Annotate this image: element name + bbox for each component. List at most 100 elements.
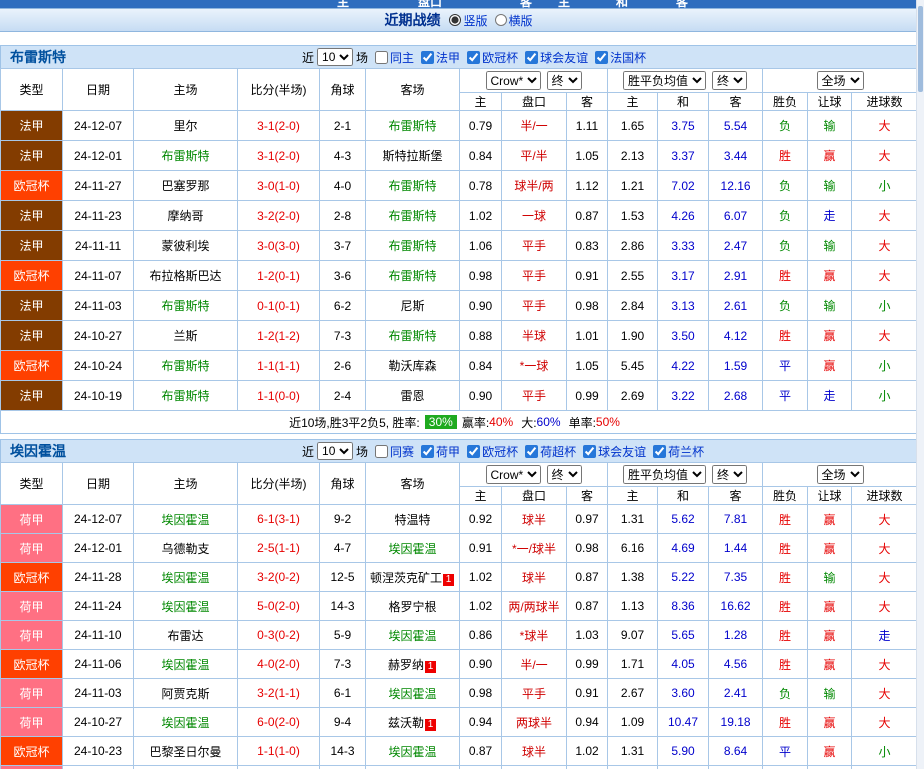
recent-count-select[interactable]: 10: [317, 48, 354, 66]
filter-同赛[interactable]: 同赛: [375, 443, 414, 460]
away-team-link[interactable]: 埃因霍温: [388, 542, 436, 556]
checkbox-欧冠杯[interactable]: [467, 444, 481, 458]
away-team-link[interactable]: 特温特: [394, 513, 430, 527]
match-score[interactable]: 3-2(1-1): [237, 678, 320, 708]
home-team-link[interactable]: 埃因霍温: [161, 716, 209, 730]
match-score[interactable]: 3-2(0-2): [237, 562, 320, 592]
europe-time-select[interactable]: 终: [712, 465, 748, 484]
checkbox-荷超杯[interactable]: [525, 444, 539, 458]
vertical-scrollbar[interactable]: [916, 0, 924, 769]
view-option-label[interactable]: 横版: [509, 12, 533, 29]
filter-欧冠杯[interactable]: 欧冠杯: [467, 443, 518, 460]
odds-time-select[interactable]: 终: [546, 71, 582, 90]
filter-欧冠杯[interactable]: 欧冠杯: [467, 49, 518, 66]
match-score[interactable]: 1-1(1-0): [237, 736, 320, 766]
checkbox-同主[interactable]: [375, 50, 389, 64]
checkbox-荷兰杯[interactable]: [653, 444, 667, 458]
checkbox-荷甲[interactable]: [421, 444, 435, 458]
away-team-link[interactable]: 埃因霍温: [388, 745, 436, 759]
home-team-link[interactable]: 埃因霍温: [161, 513, 209, 527]
home-team-link[interactable]: 布雷斯特: [161, 389, 209, 403]
match-score[interactable]: 1-2(0-1): [237, 260, 320, 291]
europe-time-select[interactable]: 终: [712, 71, 748, 90]
match-score[interactable]: 3-2(2-0): [237, 200, 320, 231]
match-score[interactable]: 1-1(1-1): [237, 350, 320, 381]
away-team-link[interactable]: 格罗宁根: [388, 600, 436, 614]
odds-source-select[interactable]: Crow*: [485, 465, 541, 484]
home-team-link[interactable]: 巴黎圣日尔曼: [149, 745, 221, 759]
scope-select[interactable]: 全场: [816, 465, 864, 484]
team-name[interactable]: 埃因霍温: [1, 441, 302, 461]
filter-荷兰杯[interactable]: 荷兰杯: [653, 443, 704, 460]
filter-荷超杯[interactable]: 荷超杯: [525, 443, 576, 460]
match-score[interactable]: 3-0(3-0): [237, 230, 320, 261]
home-team-link[interactable]: 布拉格斯巴达: [149, 269, 221, 283]
filter-荷甲[interactable]: 荷甲: [421, 443, 460, 460]
europe-source-select[interactable]: 胜平负均值: [623, 465, 707, 484]
home-team-link[interactable]: 里尔: [173, 119, 197, 133]
odds-time-select[interactable]: 终: [546, 465, 582, 484]
away-team-link[interactable]: 布雷斯特: [388, 119, 436, 133]
checkbox-法甲[interactable]: [421, 50, 435, 64]
match-score[interactable]: 1-1(0-0): [237, 380, 320, 411]
home-team-link[interactable]: 埃因霍温: [161, 571, 209, 585]
match-score[interactable]: 0-3(0-2): [237, 620, 320, 650]
home-team-link[interactable]: 布雷斯特: [161, 299, 209, 313]
filter-同主[interactable]: 同主: [375, 49, 414, 66]
view-radio-横版[interactable]: [494, 14, 507, 26]
match-score[interactable]: 5-0(2-0): [237, 591, 320, 621]
checkbox-同赛[interactable]: [375, 444, 389, 458]
filter-球会友谊[interactable]: 球会友谊: [583, 443, 646, 460]
checkbox-球会友谊[interactable]: [525, 50, 539, 64]
away-team-link[interactable]: 雷恩: [400, 389, 424, 403]
filter-球会友谊[interactable]: 球会友谊: [525, 49, 588, 66]
odds-source-select[interactable]: Crow*: [485, 71, 541, 90]
checkbox-法国杯[interactable]: [595, 50, 609, 64]
match-score[interactable]: 1-2(1-2): [237, 320, 320, 351]
match-score[interactable]: 3-1(2-0): [237, 110, 320, 141]
match-score[interactable]: 6-0(2-0): [237, 707, 320, 737]
recent-count-select[interactable]: 10: [317, 442, 354, 460]
away-team-link[interactable]: 埃因霍温: [388, 687, 436, 701]
home-team-link[interactable]: 埃因霍温: [161, 658, 209, 672]
filter-法甲[interactable]: 法甲: [421, 49, 460, 66]
away-team-link[interactable]: 埃因霍温: [388, 629, 436, 643]
match-score[interactable]: 3-0(1-0): [237, 170, 320, 201]
home-team-link[interactable]: 布雷斯特: [161, 149, 209, 163]
home-team-link[interactable]: 兰斯: [173, 329, 197, 343]
away-team-link[interactable]: 顿涅茨克矿工: [370, 571, 442, 585]
europe-source-select[interactable]: 胜平负均值: [623, 71, 707, 90]
checkbox-球会友谊[interactable]: [583, 444, 597, 458]
home-team-link[interactable]: 阿贾克斯: [161, 687, 209, 701]
home-team-link[interactable]: 布雷斯特: [161, 359, 209, 373]
filter-法国杯[interactable]: 法国杯: [595, 49, 646, 66]
away-team-link[interactable]: 勒沃库森: [388, 359, 436, 373]
home-team-link[interactable]: 蒙彼利埃: [161, 239, 209, 253]
away-team-link[interactable]: 斯特拉斯堡: [382, 149, 442, 163]
view-option-label[interactable]: 竖版: [463, 12, 487, 29]
match-score[interactable]: 4-0(2-0): [237, 649, 320, 679]
checkbox-欧冠杯[interactable]: [467, 50, 481, 64]
home-team-link[interactable]: 布雷达: [167, 629, 203, 643]
away-team-link[interactable]: 布雷斯特: [388, 179, 436, 193]
match-score[interactable]: 6-1(3-1): [237, 504, 320, 534]
match-score[interactable]: 2-5(1-1): [237, 533, 320, 563]
view-radio-竖版[interactable]: [449, 14, 462, 26]
away-team-link[interactable]: 兹沃勒: [388, 716, 424, 730]
away-team-link[interactable]: 布雷斯特: [388, 329, 436, 343]
away-team-link[interactable]: 布雷斯特: [388, 269, 436, 283]
team-name[interactable]: 布雷斯特: [1, 47, 302, 67]
scrollbar-thumb[interactable]: [918, 6, 923, 92]
away-team-link[interactable]: 尼斯: [400, 299, 424, 313]
match-score[interactable]: 1-2(0-2): [237, 765, 320, 769]
match-score[interactable]: 3-1(2-0): [237, 140, 320, 171]
scope-select[interactable]: 全场: [816, 71, 864, 90]
match-score[interactable]: 0-1(0-1): [237, 290, 320, 321]
away-team-link[interactable]: 布雷斯特: [388, 209, 436, 223]
away-team-link[interactable]: 赫罗纳: [388, 658, 424, 672]
home-team-link[interactable]: 摩纳哥: [167, 209, 203, 223]
home-team-link[interactable]: 巴塞罗那: [161, 179, 209, 193]
away-team-link[interactable]: 布雷斯特: [388, 239, 436, 253]
home-team-link[interactable]: 埃因霍温: [161, 600, 209, 614]
home-team-link[interactable]: 乌德勒支: [161, 542, 209, 556]
